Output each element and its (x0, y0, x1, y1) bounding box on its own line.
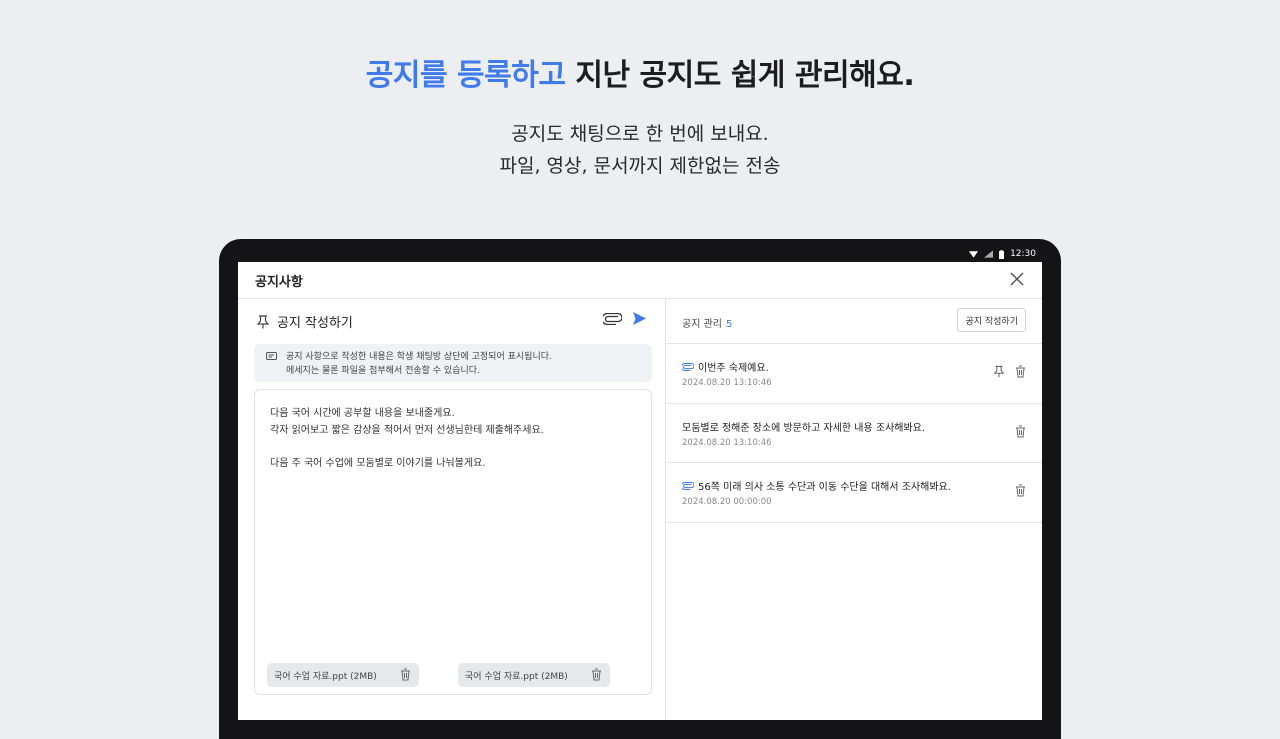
attachment-name: 국어 수업 자료.ppt (2MB) (274, 672, 377, 682)
signal-icon (984, 250, 994, 258)
top-bar: 공지사항 (238, 262, 1042, 299)
wifi-icon (969, 251, 979, 258)
trash-icon[interactable] (1015, 365, 1026, 378)
pin-icon[interactable] (993, 365, 1005, 378)
compose-actions (603, 311, 647, 326)
info-notice: 공지 사항으로 작성한 내용은 학생 채팅방 상단에 고정되어 표시됩니다. 메… (254, 344, 652, 382)
notice-text-wrap: 이번주 숙제예요. (682, 359, 769, 374)
notice-item[interactable]: 56쪽 미래 의사 소통 수단과 이동 수단을 대해서 조사해봐요. 2024.… (666, 463, 1042, 523)
notice-item[interactable]: 이번주 숙제예요. 2024.08.20 13:10:46 (666, 344, 1042, 404)
message-line-1: 다음 국어 시간에 공부할 내용을 보내줄게요. (270, 408, 455, 419)
trash-icon[interactable] (400, 668, 411, 681)
subtitle-line-1: 공지도 채팅으로 한 번에 보내요. (511, 123, 769, 145)
notice-text: 이번주 숙제예요. (698, 363, 769, 374)
notice-actions (993, 365, 1026, 378)
compose-label: 공지 작성하기 (277, 316, 353, 331)
attachment-chip: 국어 수업 자료.ppt (2MB) (267, 663, 419, 687)
write-notice-button[interactable]: 공지 작성하기 (957, 308, 1026, 332)
battery-icon (999, 249, 1005, 259)
close-icon[interactable] (1008, 270, 1026, 288)
notice-count: 5 (725, 319, 733, 330)
subtitle: 공지도 채팅으로 한 번에 보내요. 파일, 영상, 문서까지 제한없는 전송 (0, 118, 1280, 182)
headline-rest: 지난 공지도 쉽게 관리해요. (565, 58, 915, 93)
manage-header: 공지 관리 5 (682, 315, 732, 330)
message-body: 다음 국어 시간에 공부할 내용을 보내줄게요. 각자 읽어보고 짧은 감상을 … (270, 406, 544, 472)
manage-label: 공지 관리 (682, 319, 722, 330)
info-icon (266, 352, 277, 360)
headline-accent: 공지를 등록하고 (365, 58, 566, 93)
pin-icon (256, 314, 270, 328)
send-icon[interactable] (632, 311, 647, 326)
notice-text: 모둠별로 정해준 장소에 방문하고 자세한 내용 조사해봐요. (682, 422, 926, 434)
compose-panel: 공지 작성하기 공지 사항으로 작성한 내용은 학생 채팅방 상단에 고정되어 … (238, 299, 666, 720)
paperclip-icon (682, 481, 694, 490)
message-line-3: 다음 주 국어 수업에 모둠별로 이야기를 나눠볼게요. (270, 457, 486, 469)
compose-header: 공지 작성하기 (256, 312, 353, 331)
notice-date: 2024.08.20 13:10:46 (682, 378, 772, 388)
notice-actions (1015, 484, 1026, 497)
notice-text: 56쪽 미래 의사 소통 수단과 이동 수단을 대해서 조사해봐요. (698, 482, 951, 493)
headline: 공지를 등록하고 지난 공지도 쉽게 관리해요. (0, 50, 1280, 94)
info-line-1: 공지 사항으로 작성한 내용은 학생 채팅방 상단에 고정되어 표시됩니다. (286, 352, 552, 362)
notice-actions (1015, 425, 1026, 438)
message-editor[interactable]: 다음 국어 시간에 공부할 내용을 보내줄게요. 각자 읽어보고 짧은 감상을 … (254, 389, 652, 695)
attachment-chip: 국어 수업 자료.ppt (2MB) (458, 663, 610, 687)
notice-date: 2024.08.20 13:10:46 (682, 437, 772, 448)
notice-list: 이번주 숙제예요. 2024.08.20 13:10:46 모둠별로 정해준 장… (666, 343, 1042, 523)
notice-text-wrap: 모둠별로 정해준 장소에 방문하고 자세한 내용 조사해봐요. (682, 419, 925, 434)
notice-date: 2024.08.20 00:00:00 (682, 497, 772, 507)
notice-item[interactable]: 모둠별로 정해준 장소에 방문하고 자세한 내용 조사해봐요. 2024.08.… (666, 404, 1042, 463)
trash-icon[interactable] (1015, 425, 1026, 438)
subtitle-line-2: 파일, 영상, 문서까지 제한없는 전송 (499, 155, 781, 177)
trash-icon[interactable] (1015, 484, 1026, 497)
app-screen: 공지사항 공지 작성하기 공지 사항으로 작성한 내용은 학생 채팅방 상단에 … (238, 262, 1042, 720)
status-bar: 12:30 (238, 246, 1042, 262)
manage-panel: 공지 관리 5 공지 작성하기 이번주 숙제예요. 2024.08.20 13:1… (666, 299, 1042, 720)
info-line-2: 메세지는 물론 파일을 첨부해서 전송할 수 있습니다. (286, 366, 480, 376)
notice-text-wrap: 56쪽 미래 의사 소통 수단과 이동 수단을 대해서 조사해봐요. (682, 478, 951, 493)
paperclip-icon[interactable] (603, 312, 622, 325)
paperclip-icon (682, 362, 694, 371)
status-time: 12:30 (1010, 249, 1036, 259)
attachment-name: 국어 수업 자료.ppt (2MB) (465, 672, 568, 682)
trash-icon[interactable] (591, 668, 602, 681)
page-title: 공지사항 (255, 275, 303, 290)
message-line-2: 각자 읽어보고 짧은 감상을 적어서 먼저 선생님한테 제출해주세요. (270, 424, 544, 436)
